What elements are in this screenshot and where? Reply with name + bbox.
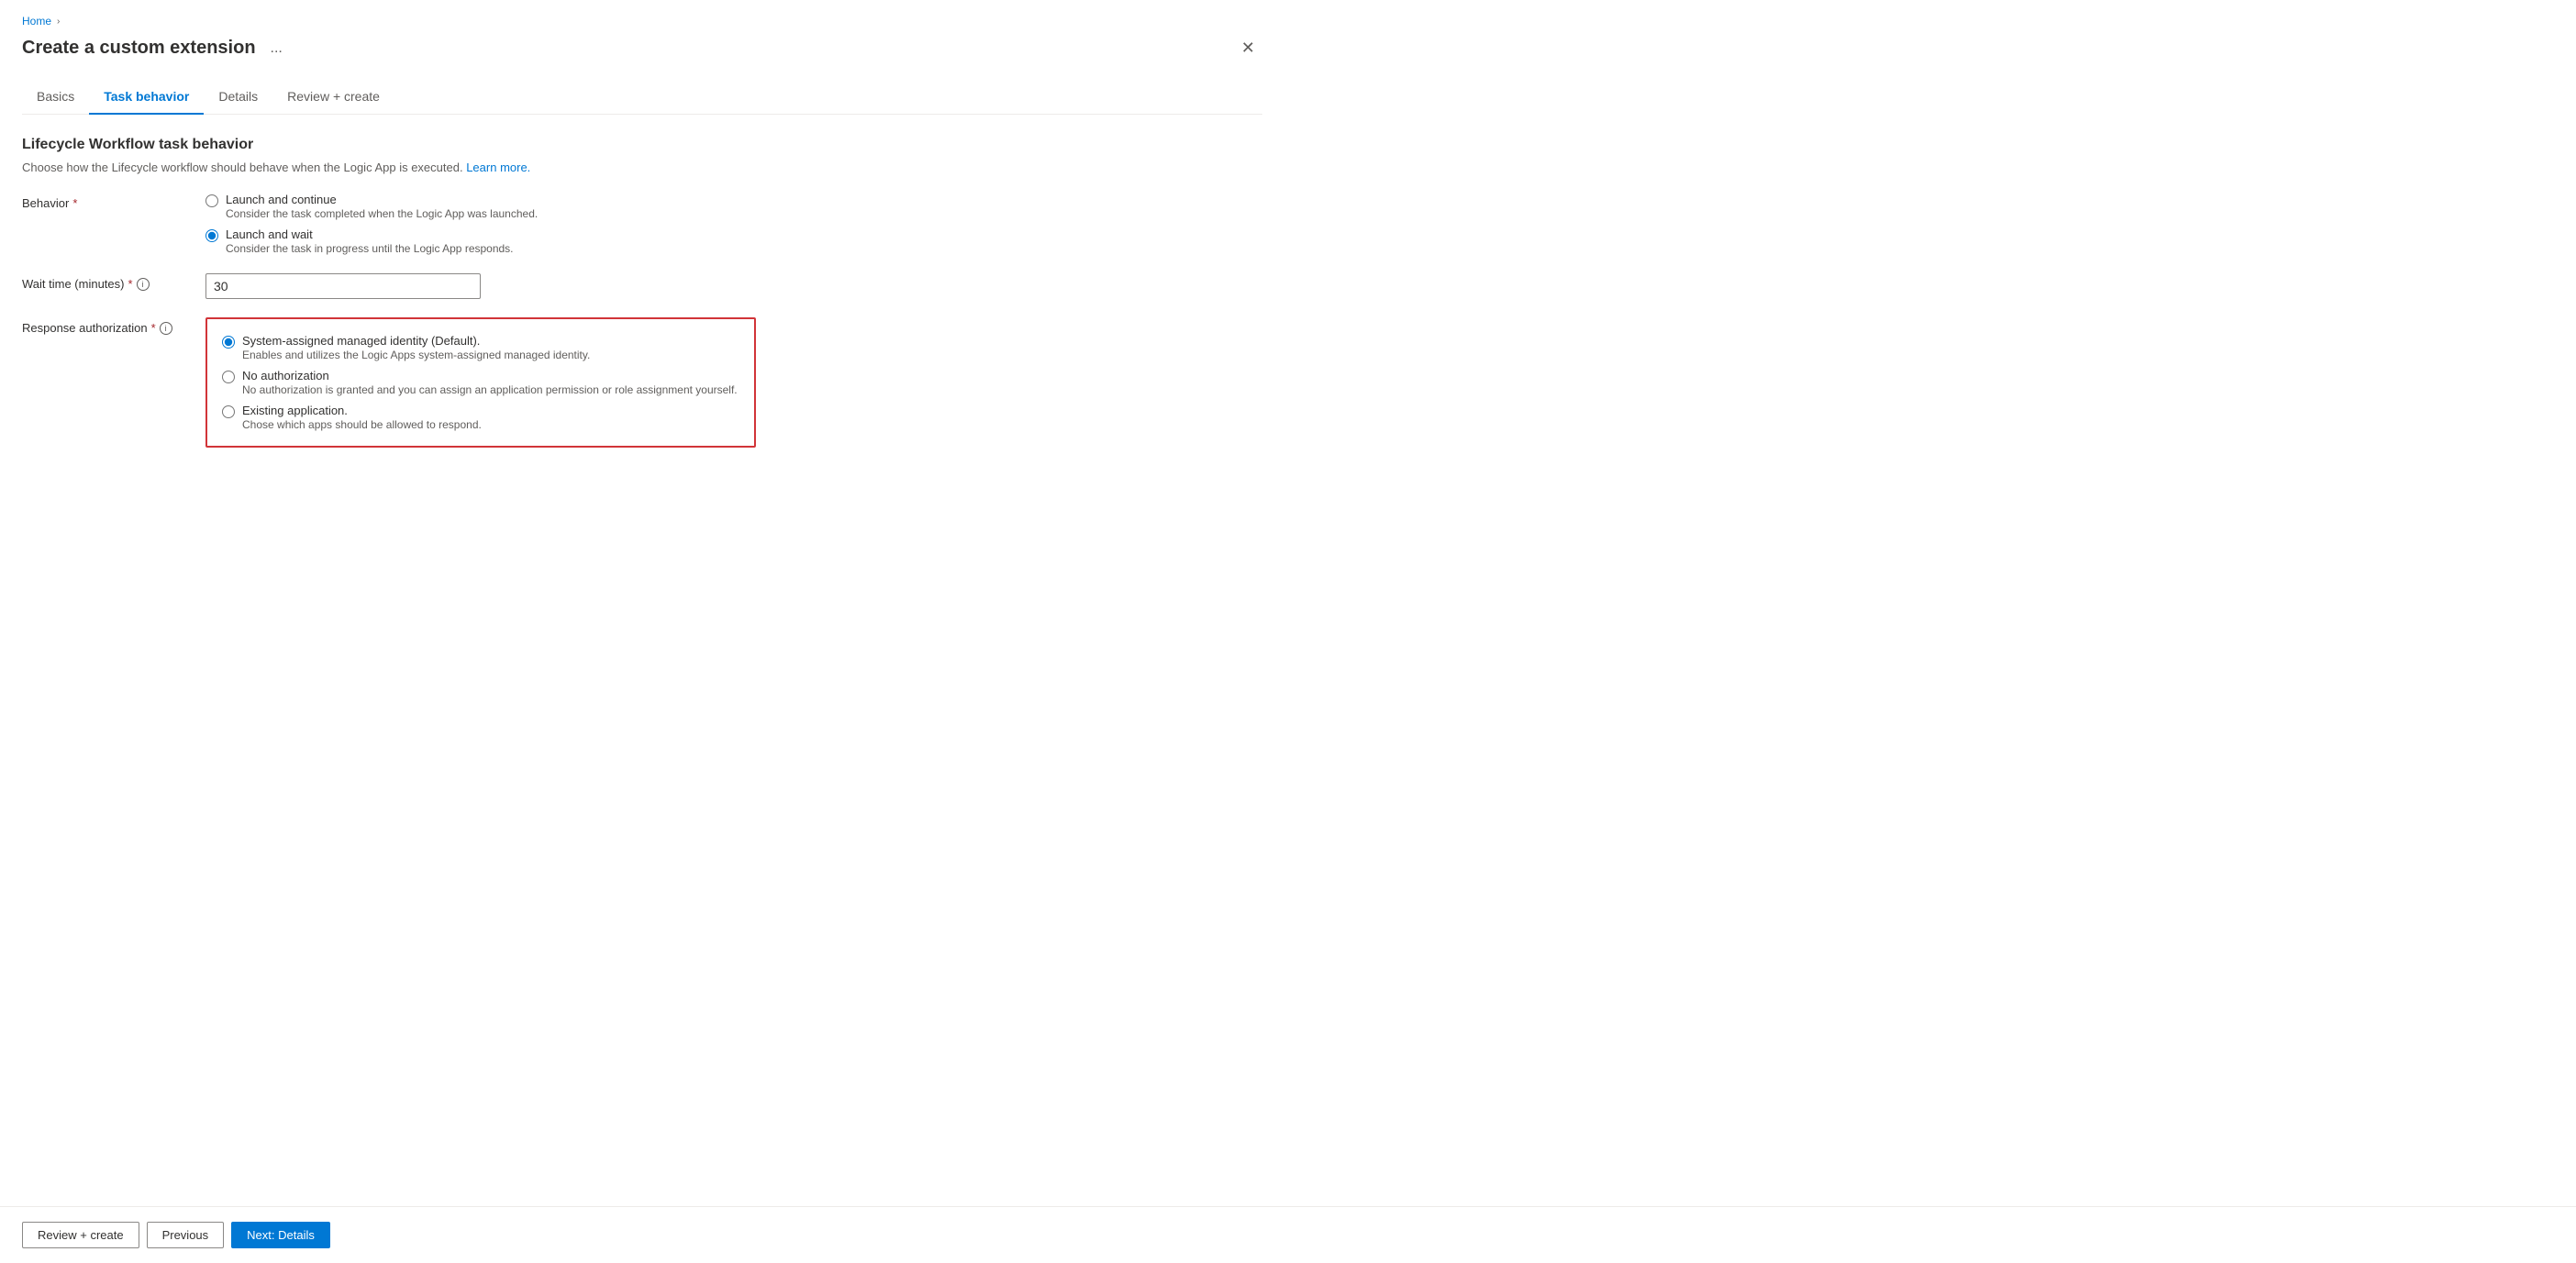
wait-time-required-star: * — [128, 277, 132, 291]
tab-basics[interactable]: Basics — [22, 80, 89, 115]
wait-time-info-icon[interactable]: i — [137, 278, 150, 291]
response-auth-box: System-assigned managed identity (Defaul… — [205, 317, 756, 448]
close-button[interactable]: ✕ — [1234, 35, 1262, 61]
response-auth-option-existing-app[interactable]: Existing application. Chose which apps s… — [222, 404, 739, 431]
response-auth-option-system-assigned[interactable]: System-assigned managed identity (Defaul… — [222, 334, 739, 361]
response-auth-label-no-auth: No authorization No authorization is gra… — [242, 369, 738, 396]
tab-task-behavior[interactable]: Task behavior — [89, 80, 204, 115]
wait-time-input[interactable] — [205, 273, 481, 299]
response-auth-field-row: Response authorization * i System-assign… — [22, 317, 1262, 448]
behavior-option-launch-wait[interactable]: Launch and wait Consider the task in pro… — [205, 227, 756, 255]
wait-time-control — [205, 273, 756, 299]
page-header: Create a custom extension ... ✕ — [22, 35, 1262, 61]
tab-details[interactable]: Details — [204, 80, 272, 115]
previous-button[interactable]: Previous — [147, 1222, 225, 1248]
response-auth-radio-group: System-assigned managed identity (Defaul… — [222, 334, 739, 431]
response-auth-option-no-auth[interactable]: No authorization No authorization is gra… — [222, 369, 739, 396]
tab-navigation: Basics Task behavior Details Review + cr… — [22, 80, 1262, 115]
behavior-label: Behavior * — [22, 193, 205, 210]
response-auth-required-star: * — [151, 321, 156, 335]
breadcrumb-separator: › — [57, 17, 60, 27]
behavior-required-star: * — [72, 196, 77, 210]
section-title: Lifecycle Workflow task behavior — [22, 137, 1262, 153]
behavior-label-launch-continue: Launch and continue Consider the task co… — [226, 193, 538, 220]
behavior-control: Launch and continue Consider the task co… — [205, 193, 756, 255]
response-auth-label-existing-app: Existing application. Chose which apps s… — [242, 404, 482, 431]
wait-time-label: Wait time (minutes) * i — [22, 273, 205, 291]
response-auth-label: Response authorization * i — [22, 317, 205, 335]
response-auth-label-system-assigned: System-assigned managed identity (Defaul… — [242, 334, 590, 361]
response-auth-control: System-assigned managed identity (Defaul… — [205, 317, 756, 448]
breadcrumb: Home › — [22, 15, 1262, 28]
tab-review-create[interactable]: Review + create — [272, 80, 394, 115]
learn-more-link[interactable]: Learn more. — [466, 161, 530, 174]
breadcrumb-home-link[interactable]: Home — [22, 15, 51, 28]
page-title: Create a custom extension — [22, 38, 256, 59]
behavior-radio-group: Launch and continue Consider the task co… — [205, 193, 756, 255]
response-auth-info-icon[interactable]: i — [160, 322, 172, 335]
review-create-button[interactable]: Review + create — [22, 1222, 139, 1248]
footer: Review + create Previous Next: Details — [0, 1206, 2576, 1263]
response-auth-radio-existing-app[interactable] — [222, 405, 235, 418]
behavior-field-row: Behavior * Launch and continue Consider … — [22, 193, 1262, 255]
response-auth-radio-no-auth[interactable] — [222, 371, 235, 383]
more-options-button[interactable]: ... — [265, 39, 288, 59]
behavior-radio-launch-wait[interactable] — [205, 229, 218, 242]
behavior-label-launch-wait: Launch and wait Consider the task in pro… — [226, 227, 514, 255]
response-auth-radio-system-assigned[interactable] — [222, 336, 235, 349]
wait-time-field-row: Wait time (minutes) * i — [22, 273, 1262, 299]
behavior-option-launch-continue[interactable]: Launch and continue Consider the task co… — [205, 193, 756, 220]
next-button[interactable]: Next: Details — [231, 1222, 330, 1248]
behavior-radio-launch-continue[interactable] — [205, 194, 218, 207]
section-description: Choose how the Lifecycle workflow should… — [22, 161, 1262, 174]
page-title-row: Create a custom extension ... — [22, 38, 288, 59]
